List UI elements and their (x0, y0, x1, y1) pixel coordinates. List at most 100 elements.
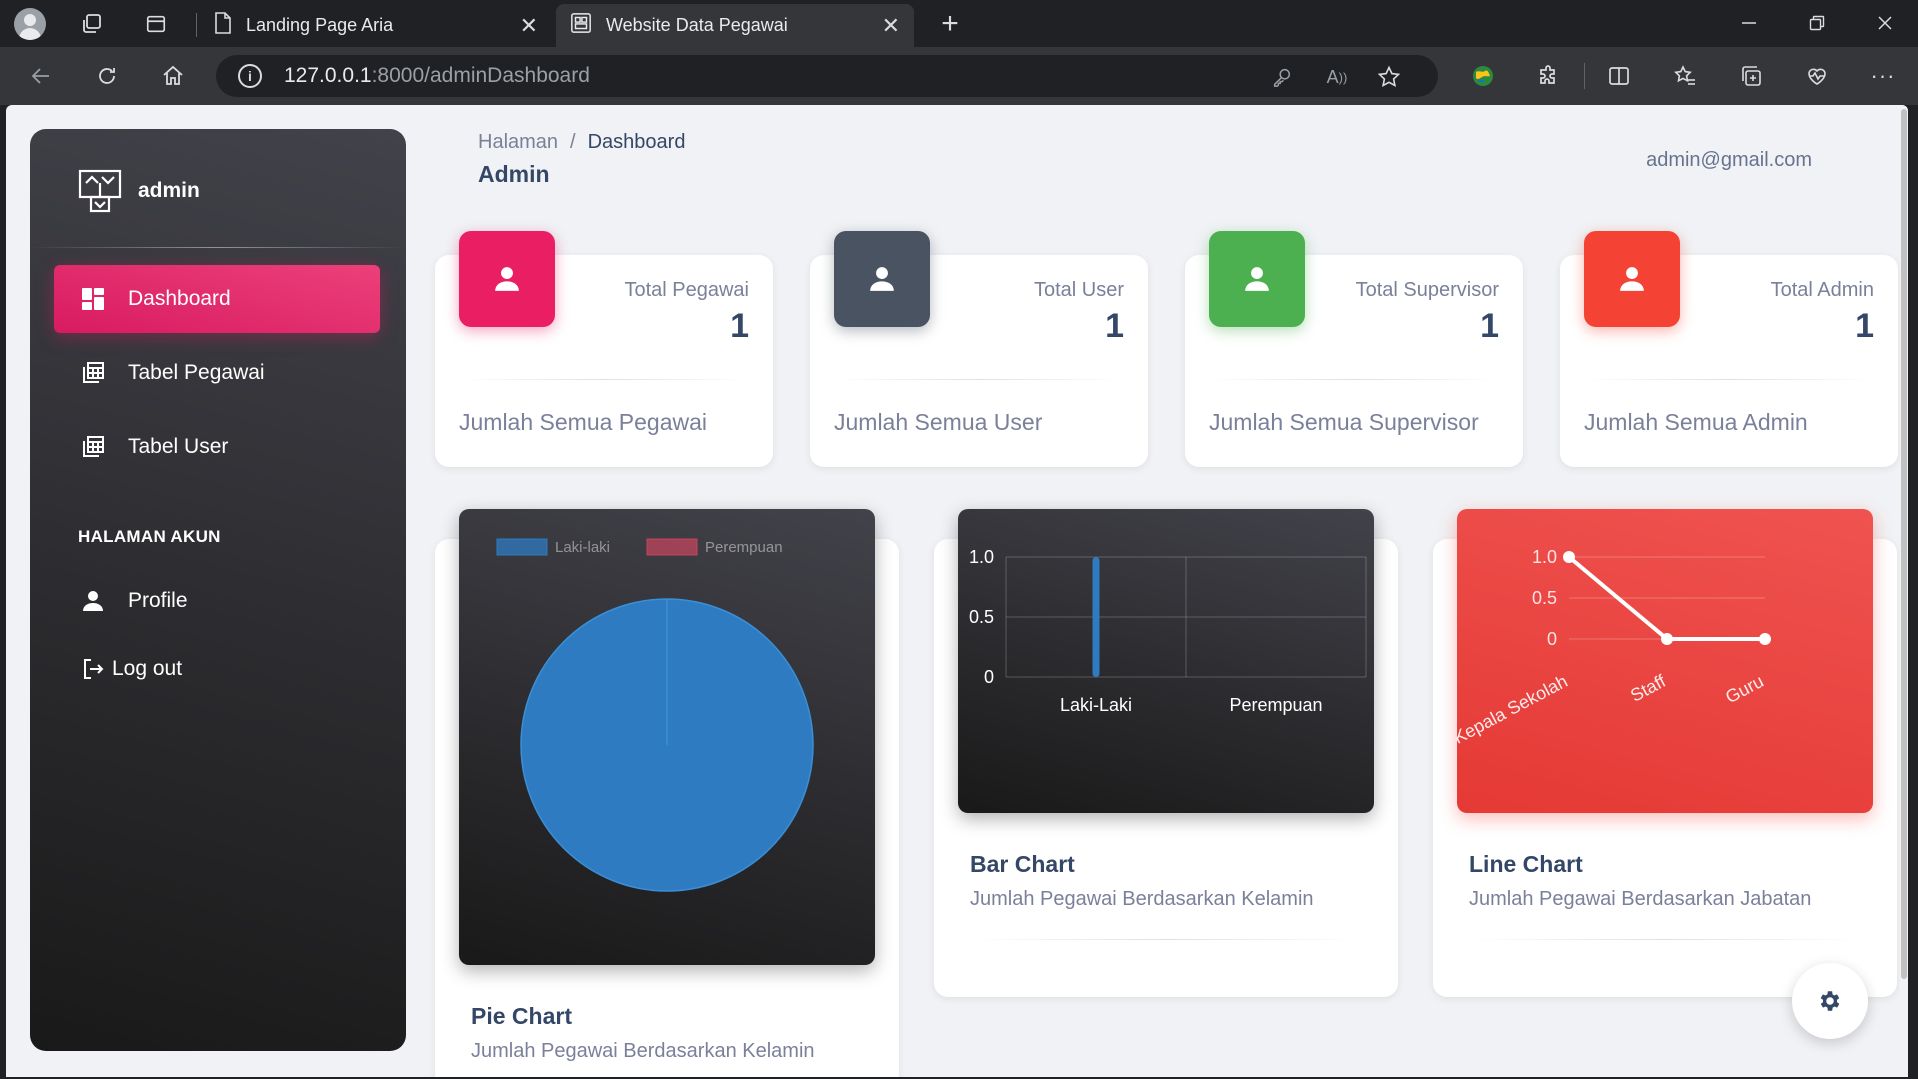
sidebar-item-dashboard[interactable]: Dashboard (54, 265, 380, 333)
stat-label: Total Supervisor (1355, 279, 1499, 301)
tab-title: Website Data Pegawai (606, 15, 788, 35)
home-icon[interactable] (158, 61, 188, 91)
line-chart-panel: 0 0.5 1.0 Kepala Sekolah Staff Guru (1457, 509, 1873, 813)
tab-actions-icon[interactable] (142, 10, 170, 38)
stat-icon-box (1209, 231, 1305, 327)
stat-description: Jumlah Semua Pegawai (459, 409, 708, 435)
url-text: 127.0.0.1:8000/adminDashboard (284, 64, 590, 87)
dashboard-icon (80, 286, 106, 312)
extensions-puzzle-icon[interactable] (1534, 61, 1564, 91)
line-chart-card: 0 0.5 1.0 Kepala Sekolah Staff Guru Line Char… (1433, 509, 1897, 997)
stat-value: 1 (1855, 307, 1874, 345)
favorite-star-icon[interactable] (1376, 64, 1402, 90)
chart-title: Pie Chart (471, 1003, 572, 1029)
chart-subtitle: Jumlah Pegawai Berdasarkan Jabatan (1469, 888, 1812, 910)
sidebar-item-tabel-pegawai[interactable]: Tabel Pegawai (54, 339, 380, 407)
close-tab-icon[interactable]: ✕ (520, 13, 538, 39)
minimize-icon[interactable] (1734, 8, 1764, 38)
stat-label: Total User (1033, 279, 1124, 301)
breadcrumb-link-halaman[interactable]: Halaman (478, 131, 558, 154)
stat-card-supervisor: Total Supervisor 1 Jumlah Semua Supervis… (1185, 231, 1523, 467)
person-icon (80, 588, 106, 614)
site-favicon-icon (570, 12, 592, 39)
tab-website-data-pegawai[interactable]: Website Data Pegawai ✕ (556, 4, 914, 47)
brand-name: admin (138, 179, 200, 202)
sidebar-item-tabel-user[interactable]: Tabel User (54, 413, 380, 481)
legend-swatch (496, 538, 548, 556)
sidebar-item-profile[interactable]: Profile (54, 567, 380, 635)
sidebar-item-label: Log out (112, 657, 183, 680)
y-tick-label: 0 (984, 667, 994, 687)
logout-icon (80, 656, 106, 682)
stat-icon-box (459, 231, 555, 327)
stat-value: 1 (730, 307, 749, 345)
data-point (1661, 633, 1673, 645)
close-tab-icon[interactable]: ✕ (882, 13, 900, 39)
table-view-icon (80, 434, 106, 460)
sidebar-item-logout[interactable]: Log out (54, 635, 380, 703)
y-tick-label: 0.5 (969, 607, 994, 627)
breadcrumb: Halaman / Dashboard (478, 131, 685, 154)
x-tick-label: Staff (1627, 670, 1670, 705)
tab-landing-page[interactable]: Landing Page Aria ✕ (200, 4, 552, 47)
stat-description: Jumlah Semua Admin (1584, 409, 1808, 435)
y-tick-label: 0.5 (1532, 588, 1557, 608)
data-point (1759, 633, 1771, 645)
user-email: admin@gmail.com (1646, 149, 1812, 171)
bar-chart-panel: 0 0.5 1.0 Laki-Laki Perempuan (958, 509, 1374, 813)
pie-chart-card: Laki-laki Perempuan Pie Chart Jumlah Pega… (435, 509, 899, 1077)
browser-essentials-icon[interactable] (1802, 61, 1832, 91)
x-tick-label: Guru (1722, 671, 1767, 707)
close-window-icon[interactable] (1870, 8, 1900, 38)
table-view-icon (80, 360, 106, 386)
line-chart: 0 0.5 1.0 Kepala Sekolah Staff Guru (1457, 547, 1771, 748)
person-icon (1620, 267, 1644, 291)
split-screen-icon[interactable] (1604, 61, 1634, 91)
browser-profile-icon[interactable] (14, 8, 46, 40)
chart-subtitle: Jumlah Pegawai Berdasarkan Kelamin (970, 888, 1314, 910)
stat-label: Total Admin (1770, 279, 1874, 301)
stat-description: Jumlah Semua User (834, 409, 1043, 435)
page-scrollbar[interactable] (1900, 105, 1908, 1077)
back-icon[interactable] (26, 61, 56, 91)
restore-icon[interactable] (1802, 8, 1832, 38)
person-icon (870, 267, 894, 291)
x-tick-label: Perempuan (1229, 695, 1322, 715)
legend-swatch (646, 538, 698, 556)
read-aloud-icon[interactable]: A)) (1324, 65, 1350, 89)
workspaces-icon[interactable] (78, 10, 106, 38)
settings-button[interactable] (1792, 963, 1868, 1039)
bar-chart: 0 0.5 1.0 Laki-Laki Perempuan (969, 547, 1367, 715)
stat-card-pegawai: Total Pegawai 1 Jumlah Semua Pegawai (435, 231, 773, 467)
collections-icon[interactable] (1736, 61, 1766, 91)
extension-globe-icon[interactable] (1468, 61, 1498, 91)
x-tick-label: Kepala Sekolah (1457, 671, 1571, 748)
scrollbar-thumb[interactable] (1901, 109, 1907, 979)
sidebar: admin Dashboard Tabel Pegawai Tabel User… (30, 129, 406, 1051)
key-icon[interactable] (1270, 65, 1294, 89)
favorites-icon[interactable] (1670, 61, 1700, 91)
legend-label: Laki-laki (555, 539, 610, 556)
chart-title: Line Chart (1469, 851, 1583, 877)
y-tick-label: 1.0 (969, 547, 994, 567)
sidebar-divider (30, 247, 406, 248)
stat-value: 1 (1105, 307, 1124, 345)
stat-value: 1 (1480, 307, 1499, 345)
page-viewport: admin Dashboard Tabel Pegawai Tabel User… (6, 105, 1908, 1077)
new-tab-icon[interactable]: + (934, 7, 966, 40)
stat-card-admin: Total Admin 1 Jumlah Semua Admin (1560, 231, 1898, 467)
address-input[interactable]: i 127.0.0.1:8000/adminDashboard A)) (216, 55, 1438, 97)
refresh-icon[interactable] (92, 61, 122, 91)
chart-subtitle: Jumlah Pegawai Berdasarkan Kelamin (471, 1040, 815, 1062)
x-tick-label: Laki-Laki (1060, 695, 1132, 715)
legend-label: Perempuan (705, 539, 783, 556)
bar-chart-card: 0 0.5 1.0 Laki-Laki Perempuan Bar Chart Juml… (934, 509, 1398, 997)
person-icon (495, 267, 519, 291)
site-info-icon[interactable]: i (238, 64, 262, 88)
more-options-icon[interactable]: ··· (1868, 61, 1898, 91)
person-icon (1245, 267, 1269, 291)
page-icon (214, 12, 232, 39)
sidebar-section-title: HALAMAN AKUN (78, 527, 221, 546)
sidebar-brand[interactable]: admin (78, 169, 200, 213)
tab-title: Landing Page Aria (246, 15, 394, 35)
